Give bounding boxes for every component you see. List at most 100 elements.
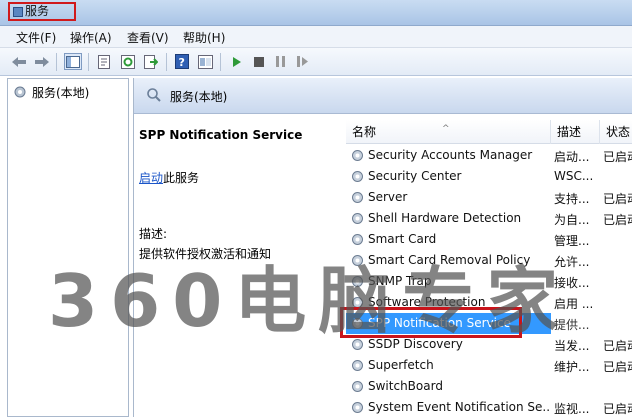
tree-item-label: 服务(本地)	[32, 85, 90, 100]
restart-service-icon[interactable]	[294, 53, 312, 70]
service-name-cell: Shell Hardware Detection	[368, 211, 522, 225]
service-gear-icon	[350, 169, 365, 187]
service-gear-icon	[350, 358, 365, 376]
service-detail-panel: SPP Notification Service 启动此服务 描述: 提供软件授…	[134, 115, 346, 417]
service-gear-icon	[350, 400, 365, 417]
table-row[interactable]: Server 支持... 已启动	[346, 187, 632, 208]
service-name-cell: Security Center	[368, 169, 462, 183]
service-name-cell: SNMP Trap	[368, 274, 432, 288]
service-gear-icon	[350, 190, 365, 208]
service-gear-icon	[350, 295, 365, 313]
toolbar-separator	[56, 53, 57, 71]
table-row[interactable]: Software Protection 启用 ...	[346, 292, 632, 313]
column-header-status[interactable]: 状态	[600, 120, 632, 144]
service-name-cell: Smart Card	[368, 232, 437, 246]
svg-text:?: ?	[179, 56, 185, 69]
table-row[interactable]: SSDP Discovery 当发... 已启动	[346, 334, 632, 355]
toolbar-separator	[166, 53, 167, 71]
table-row[interactable]: SwitchBoard	[346, 376, 632, 397]
column-header-name[interactable]: 名称 ^	[346, 120, 551, 144]
service-name-cell: SwitchBoard	[368, 379, 443, 393]
service-gear-icon	[350, 337, 365, 355]
tree-item-services-local[interactable]: 服务(本地)	[12, 83, 89, 101]
list-header: 名称 ^ 描述 状态	[346, 120, 632, 144]
service-gear-icon	[350, 316, 365, 334]
pane-header: 服务(本地)	[134, 78, 632, 114]
console-tree: 服务(本地)	[7, 78, 129, 417]
service-name-cell: Superfetch	[368, 358, 434, 372]
service-desc-cell: 为自...	[554, 213, 590, 227]
toolbar: ?	[0, 48, 632, 76]
table-row[interactable]: Smart Card 管理...	[346, 229, 632, 250]
service-gear-icon	[350, 232, 365, 250]
help-icon[interactable]: ?	[173, 53, 191, 70]
column-name-label: 名称	[352, 125, 377, 139]
service-name-cell: Security Accounts Manager	[368, 148, 533, 162]
service-status-cell: 已启动	[603, 339, 632, 353]
pause-service-icon[interactable]	[272, 53, 290, 70]
table-row[interactable]: Shell Hardware Detection 为自... 已启动	[346, 208, 632, 229]
service-name-cell: Smart Card Removal Policy	[368, 253, 531, 267]
magnifier-icon	[147, 88, 161, 102]
sort-ascending-icon: ^	[442, 124, 450, 134]
services-list: 名称 ^ 描述 状态 Security Accounts Manager 启动..…	[346, 120, 632, 417]
window-title-label: 服务	[25, 4, 50, 18]
service-desc-cell: 管理...	[554, 234, 590, 248]
properties-icon[interactable]	[95, 53, 113, 70]
service-gear-icon	[350, 148, 365, 166]
service-desc-cell: 支持...	[554, 192, 590, 206]
services-pane: 服务(本地) SPP Notification Service 启动此服务 描述…	[133, 78, 632, 417]
start-service-icon[interactable]	[228, 53, 246, 70]
table-row[interactable]: SNMP Trap 接收...	[346, 271, 632, 292]
description-label: 描述:	[139, 227, 168, 241]
service-gear-icon	[350, 211, 365, 229]
start-service-suffix: 此服务	[163, 171, 200, 185]
service-desc-cell: 接收...	[554, 276, 590, 290]
service-status-cell: 已启动	[603, 192, 632, 206]
service-gear-icon	[350, 379, 365, 397]
table-row[interactable]: System Event Notification Se... 监视... 已启动	[346, 397, 632, 417]
table-row[interactable]: Smart Card Removal Policy 允许...	[346, 250, 632, 271]
service-status-cell: 已启动	[603, 402, 632, 416]
table-row[interactable]: Superfetch 维护... 已启动	[346, 355, 632, 376]
toolbar-separator	[220, 53, 221, 71]
service-status-cell: 已启动	[603, 150, 632, 164]
table-row[interactable]: SPP Notification Service 提供...	[346, 313, 632, 334]
service-name-cell: Software Protection	[368, 295, 486, 309]
service-desc-cell: 监视...	[554, 402, 590, 416]
stop-service-icon[interactable]	[250, 53, 268, 70]
toolbar-separator	[88, 53, 89, 71]
service-gear-icon	[350, 253, 365, 271]
services-app-icon	[13, 7, 23, 17]
service-desc-cell: 当发...	[554, 339, 590, 353]
table-row[interactable]: Security Accounts Manager 启动... 已启动	[346, 145, 632, 166]
selected-service-name: SPP Notification Service	[139, 128, 303, 142]
service-desc-cell: WSC...	[554, 169, 594, 183]
forward-arrow-icon[interactable]	[33, 53, 51, 70]
window-title: 服务	[8, 2, 76, 21]
show-tree-icon[interactable]	[64, 53, 82, 70]
menu-action[interactable]: 操作(A)	[70, 29, 112, 46]
service-status-cell: 已启动	[603, 213, 632, 227]
back-arrow-icon[interactable]	[10, 53, 28, 70]
description-text: 提供软件授权激活和通知	[139, 247, 272, 261]
menu-bar: 文件(F) 操作(A) 查看(V) 帮助(H)	[0, 26, 632, 48]
start-service-link[interactable]: 启动	[139, 171, 163, 185]
menu-file[interactable]: 文件(F)	[16, 29, 56, 46]
menu-view[interactable]: 查看(V)	[127, 29, 169, 46]
service-name-cell: SPP Notification Service	[368, 316, 511, 330]
service-status-cell: 已启动	[603, 360, 632, 374]
pane-header-label: 服务(本地)	[170, 90, 228, 104]
console-icon[interactable]	[196, 53, 214, 70]
refresh-icon[interactable]	[119, 53, 137, 70]
start-service-row: 启动此服务	[139, 169, 199, 186]
gear-icon	[14, 86, 26, 98]
service-gear-icon	[350, 274, 365, 292]
title-bar: 服务	[0, 0, 632, 26]
menu-help[interactable]: 帮助(H)	[183, 29, 225, 46]
export-list-icon[interactable]	[142, 53, 160, 70]
column-header-description[interactable]: 描述	[551, 120, 600, 144]
service-desc-cell: 提供...	[554, 318, 590, 332]
service-desc-cell: 维护...	[554, 360, 590, 374]
table-row[interactable]: Security Center WSC...	[346, 166, 632, 187]
